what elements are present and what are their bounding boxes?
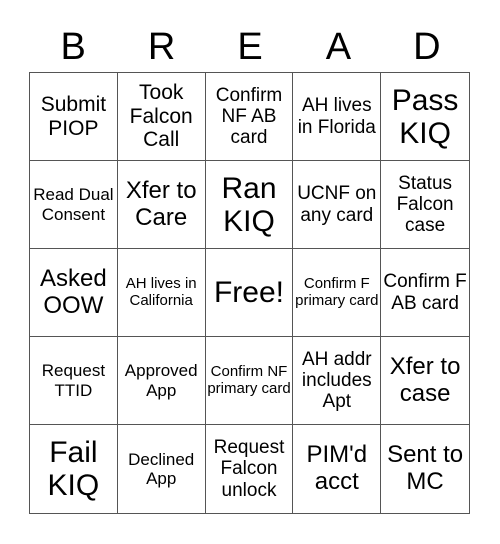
bingo-cell[interactable]: Declined App: [118, 425, 206, 513]
bingo-cell[interactable]: Confirm F AB card: [381, 249, 469, 337]
bingo-cell[interactable]: Read Dual Consent: [30, 161, 118, 249]
bingo-cell[interactable]: Confirm NF primary card: [205, 337, 294, 425]
bingo-cell[interactable]: UCNF on any card: [293, 161, 382, 249]
bingo-grid: Submit PIOP Took Falcon Call Confirm NF AB…: [29, 72, 470, 514]
bingo-cell[interactable]: Confirm NF AB card: [205, 73, 294, 161]
header-letter-r: R: [147, 26, 176, 68]
bingo-cell[interactable]: Sent to MC: [381, 425, 469, 513]
bingo-cell[interactable]: AH lives in Florida: [293, 73, 382, 161]
bingo-cell[interactable]: Ran KIQ: [205, 161, 294, 249]
bingo-cell[interactable]: Xfer to case: [381, 337, 469, 425]
bingo-cell[interactable]: Approved App: [117, 337, 206, 425]
bingo-cell[interactable]: Fail KIQ: [30, 425, 118, 513]
header-letter-a: A: [325, 26, 352, 68]
bingo-cell[interactable]: AH lives in California: [117, 249, 206, 337]
bingo-cell[interactable]: Status Falcon case: [381, 161, 469, 249]
header-letter-d: D: [413, 26, 441, 68]
header-letter-e: E: [237, 26, 263, 68]
bingo-cell[interactable]: AH addr includes Apt: [293, 337, 382, 425]
bingo-cell[interactable]: Xfer to Care: [117, 161, 206, 249]
bingo-cell[interactable]: Pass KIQ: [381, 73, 469, 161]
header-letter-b: B: [60, 26, 86, 68]
bingo-cell[interactable]: Request Falcon unlock: [206, 425, 294, 513]
bingo-cell[interactable]: Submit PIOP: [30, 73, 118, 161]
bingo-cell[interactable]: Request TTID: [30, 337, 118, 425]
bingo-cell[interactable]: Took Falcon Call: [117, 73, 206, 161]
free-space-cell[interactable]: Free!: [205, 249, 294, 337]
bingo-header: B R E A D: [29, 22, 471, 72]
bingo-cell[interactable]: Asked OOW: [30, 249, 118, 337]
bingo-cell[interactable]: Confirm F primary card: [293, 249, 382, 337]
bingo-cell[interactable]: PIM'd acct: [293, 425, 382, 513]
